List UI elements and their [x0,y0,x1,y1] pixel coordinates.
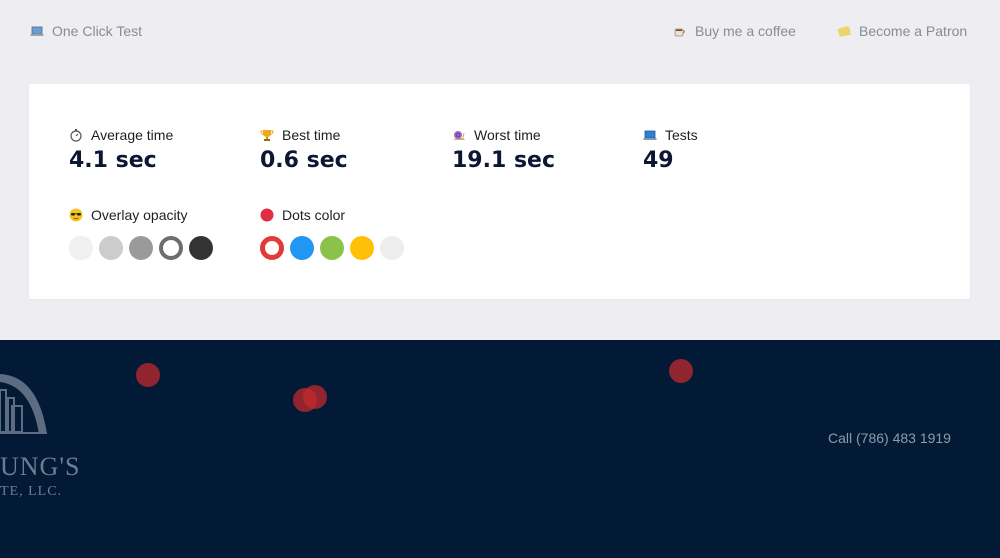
opacity-swatch[interactable] [69,236,93,260]
dots-color-swatches [260,236,404,260]
overlay-opacity-label: Overlay opacity [91,207,188,223]
money-icon [837,25,851,37]
dots-color-swatch[interactable] [260,236,284,260]
stat-worst-time: Worst time 19.1 sec [452,127,555,173]
tests-value: 49 [643,148,674,173]
dots-color-swatch[interactable] [290,236,314,260]
company-logo-subtext: TE, LLC. [0,484,63,499]
stopwatch-icon [70,129,82,142]
snail-icon [453,131,465,140]
test-dot[interactable] [136,363,160,387]
laptop-icon [30,26,44,36]
laptop-icon [643,130,657,140]
stat-best-time: Best time 0.6 sec [260,127,348,173]
average-time-label: Average time [91,127,174,143]
company-logo-icon [0,374,47,434]
test-dot[interactable] [293,388,317,412]
worst-time-value: 19.1 sec [452,148,555,173]
call-phone-link[interactable]: Call (786) 483 1919 [828,430,951,446]
opacity-swatch[interactable] [159,236,183,260]
stats-panel: Average time 4.1 sec Best time 0.6 sec W… [29,84,970,299]
best-time-label: Best time [282,127,341,143]
test-dot[interactable] [669,359,693,383]
trophy-icon [260,130,274,141]
average-time-value: 4.1 sec [69,148,157,173]
dots-color-swatch[interactable] [320,236,344,260]
red-circle-icon [260,208,274,222]
become-patron-label: Become a Patron [859,23,968,39]
stat-tests: Tests 49 [643,127,698,173]
tests-label: Tests [665,127,698,143]
buy-coffee-label: Buy me a coffee [695,23,796,39]
top-bar: One Click Test Buy me a coffee Become a … [0,0,1000,62]
opacity-swatch[interactable] [99,236,123,260]
dots-color-label: Dots color [282,207,346,223]
dots-color-swatch[interactable] [350,236,374,260]
brand-label: One Click Test [52,23,142,39]
company-logo-text: UNG'S [0,452,81,481]
dots-color-option: Dots color [260,207,404,260]
opacity-swatch[interactable] [189,236,213,260]
overlay-opacity-swatches [69,236,213,260]
buy-coffee-link[interactable]: Buy me a coffee [673,23,796,39]
sunglasses-face-icon [69,208,83,222]
brand-link[interactable]: One Click Test [30,23,142,39]
opacity-swatch[interactable] [129,236,153,260]
test-website-area[interactable]: UNG'S TE, LLC. Call (786) 483 1919 [0,340,1000,558]
become-patron-link[interactable]: Become a Patron [837,23,967,39]
best-time-value: 0.6 sec [260,148,348,173]
stat-average-time: Average time 4.1 sec [69,127,173,173]
dots-color-swatch[interactable] [380,236,404,260]
worst-time-label: Worst time [474,127,541,143]
overlay-opacity-option: Overlay opacity [69,207,213,260]
coffee-icon [674,28,685,37]
